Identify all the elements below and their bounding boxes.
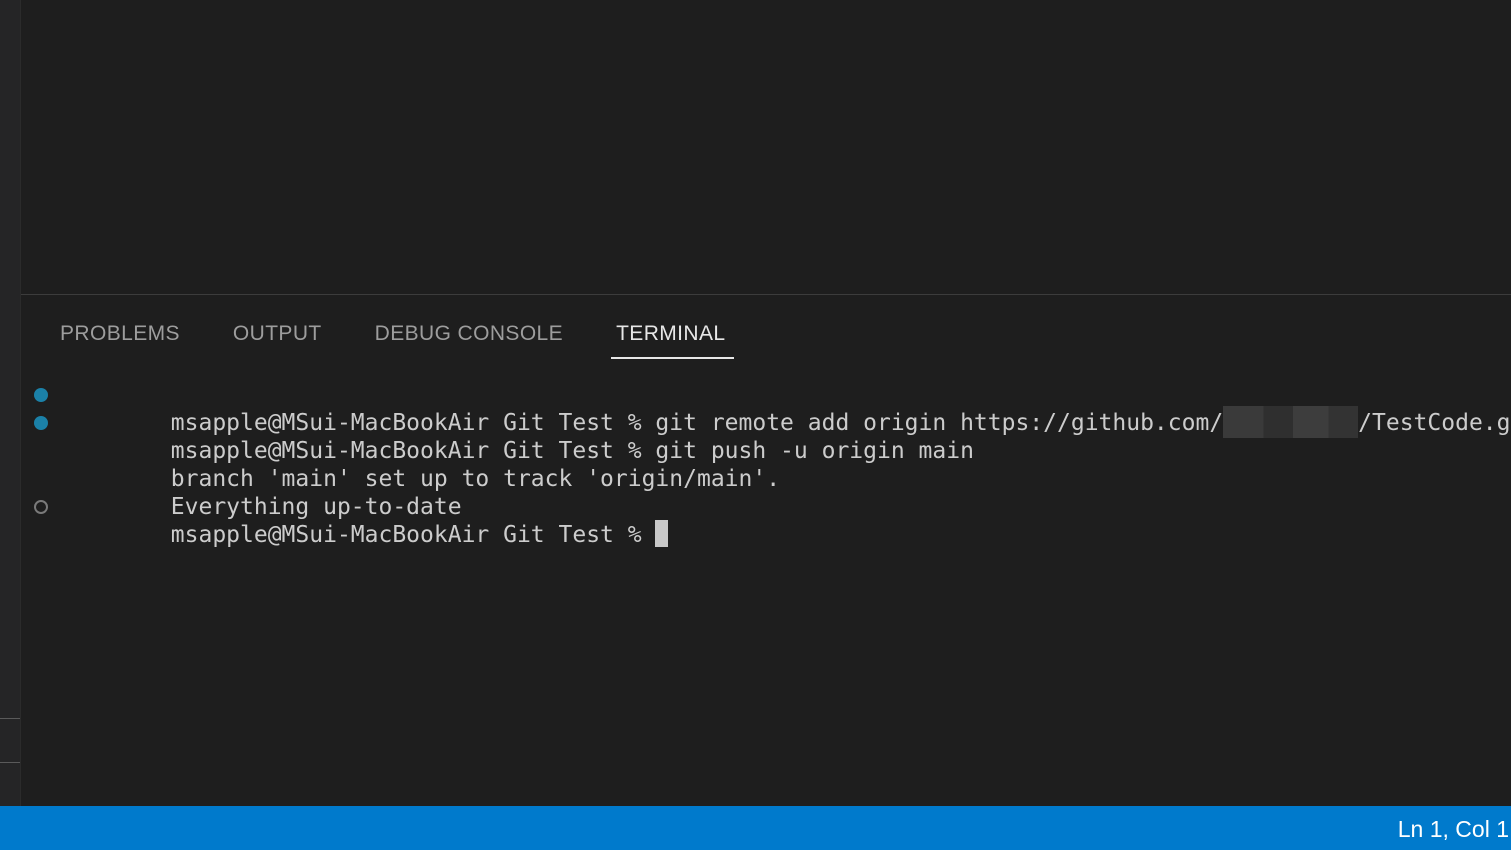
terminal-line: branch 'main' set up to track 'origin/ma… <box>21 437 1511 492</box>
terminal-cursor <box>655 520 669 547</box>
blue-dot-icon[interactable] <box>34 416 48 430</box>
panel-tabs: PROBLEMS OUTPUT DEBUG CONSOLE TERMINAL <box>60 315 735 359</box>
hollow-circle-icon[interactable] <box>34 500 48 514</box>
tab-output[interactable]: OUTPUT <box>233 315 326 359</box>
terminal-line: msapple@MSui-MacBookAir Git Test % git r… <box>21 381 1511 438</box>
bottom-panel: PROBLEMS OUTPUT DEBUG CONSOLE TERMINAL m… <box>21 294 1511 807</box>
editor-area[interactable] <box>21 0 1511 294</box>
tab-problems[interactable]: PROBLEMS <box>60 315 184 359</box>
sidebar-divider <box>0 762 20 763</box>
terminal-line: msapple@MSui-MacBookAir Git Test % git p… <box>21 409 1511 464</box>
tab-debug-console[interactable]: DEBUG CONSOLE <box>375 315 567 359</box>
vscode-window: PROBLEMS OUTPUT DEBUG CONSOLE TERMINAL m… <box>0 0 1511 850</box>
status-bar: Ln 1, Col 1 <box>0 806 1511 850</box>
terminal-line: Everything up-to-date <box>21 465 1511 520</box>
activity-sidebar-strip <box>0 0 21 806</box>
sidebar-divider <box>0 718 20 719</box>
blue-dot-icon[interactable] <box>34 388 48 402</box>
terminal-prompt-line: msapple@MSui-MacBookAir Git Test % <box>21 493 1511 548</box>
terminal-prompt-text: msapple@MSui-MacBookAir Git Test % <box>170 522 656 548</box>
status-cursor-position[interactable]: Ln 1, Col 1 <box>1398 806 1509 850</box>
terminal-output[interactable]: msapple@MSui-MacBookAir Git Test % git r… <box>21 381 1511 548</box>
tab-terminal[interactable]: TERMINAL <box>611 315 735 359</box>
